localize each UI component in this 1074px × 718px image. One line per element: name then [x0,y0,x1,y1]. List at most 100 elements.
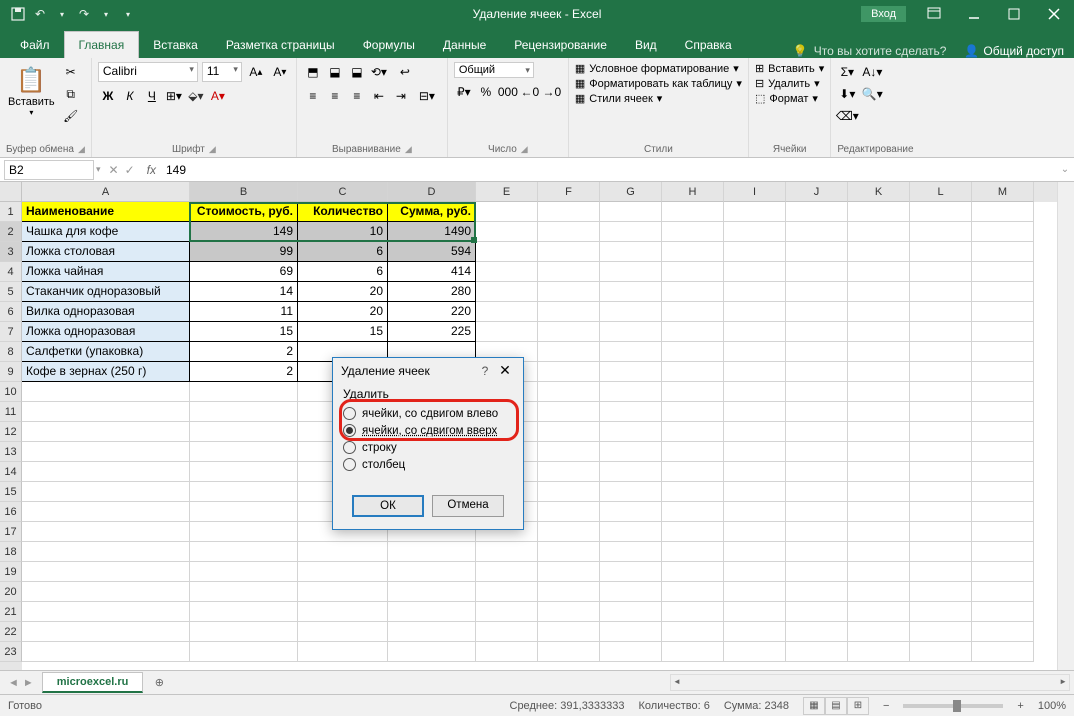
cell[interactable] [972,262,1034,282]
cell[interactable] [476,242,538,262]
cell[interactable] [724,462,786,482]
cell[interactable] [476,602,538,622]
sheet-nav-prev-icon[interactable]: ◄ [8,677,19,689]
row-header[interactable]: 19 [0,562,22,582]
dropdown-icon[interactable]: ▾ [98,6,114,22]
cell[interactable] [724,262,786,282]
cell[interactable] [298,642,388,662]
data-cell[interactable]: Салфетки (упаковка) [22,342,190,362]
align-top-icon[interactable]: ⬒ [303,62,323,82]
cancel-formula-icon[interactable]: ✕ [109,163,119,177]
cell[interactable] [600,462,662,482]
cell[interactable] [190,482,298,502]
cell[interactable] [848,482,910,502]
cell[interactable] [848,522,910,542]
cell[interactable] [848,362,910,382]
radio-entire-row[interactable]: строку [343,439,513,456]
indent-decrease-icon[interactable]: ⇤ [369,86,389,106]
cell[interactable] [600,542,662,562]
data-cell[interactable]: Ложка столовая [22,242,190,262]
cell[interactable] [972,602,1034,622]
cell[interactable] [476,222,538,242]
save-icon[interactable] [10,6,26,22]
cell[interactable] [538,402,600,422]
cell[interactable] [724,342,786,362]
view-normal-icon[interactable]: ▦ [803,697,825,715]
cell[interactable] [538,382,600,402]
wrap-text-button[interactable]: ↩ [391,62,419,82]
cell[interactable] [786,502,848,522]
cell[interactable] [22,602,190,622]
row-header[interactable]: 11 [0,402,22,422]
cell[interactable] [600,642,662,662]
cell[interactable] [538,422,600,442]
tab-home[interactable]: Главная [64,31,140,58]
add-sheet-button[interactable]: ⊕ [149,676,169,689]
cell[interactable] [910,262,972,282]
border-button[interactable]: ⊞▾ [164,86,184,106]
column-header[interactable]: F [538,182,600,202]
cell[interactable] [910,382,972,402]
undo-icon[interactable]: ↶ [32,6,48,22]
cell[interactable] [910,282,972,302]
cancel-button[interactable]: Отмена [432,495,504,517]
column-header[interactable]: H [662,182,724,202]
cell[interactable] [910,602,972,622]
cell[interactable] [724,242,786,262]
row-header[interactable]: 1 [0,202,22,222]
cell[interactable] [724,422,786,442]
cell[interactable] [298,582,388,602]
cell[interactable] [786,242,848,262]
radio-shift-left[interactable]: ячейки, со сдвигом влево [343,405,513,422]
cell[interactable] [476,542,538,562]
cell[interactable] [22,522,190,542]
row-header[interactable]: 21 [0,602,22,622]
cell[interactable] [190,642,298,662]
cell[interactable] [22,582,190,602]
share-button[interactable]: 👤 Общий доступ [964,44,1064,58]
zoom-slider[interactable] [903,704,1003,708]
cell[interactable] [910,522,972,542]
paste-button[interactable]: 📋 Вставить ▾ [6,62,57,119]
cell[interactable] [388,562,476,582]
cell[interactable] [538,502,600,522]
cell[interactable] [724,562,786,582]
cell[interactable] [724,202,786,222]
insert-cells-button[interactable]: ⊞Вставить ▾ [755,62,824,75]
cell[interactable] [662,242,724,262]
cell[interactable] [786,302,848,322]
fx-icon[interactable]: fx [141,163,162,177]
cell[interactable] [190,462,298,482]
cell[interactable] [538,622,600,642]
cell[interactable] [786,422,848,442]
row-header[interactable]: 4 [0,262,22,282]
cell[interactable] [972,462,1034,482]
cell[interactable] [22,562,190,582]
cell[interactable] [972,322,1034,342]
formula-input[interactable] [162,161,1056,179]
data-cell[interactable]: 6 [298,262,388,282]
font-name-select[interactable]: Calibri [98,62,198,82]
data-cell[interactable]: 15 [298,322,388,342]
cell[interactable] [388,622,476,642]
cell[interactable] [662,322,724,342]
dropdown-icon[interactable]: ▾ [54,6,70,22]
sort-filter-icon[interactable]: A↓▾ [859,62,885,82]
cell[interactable] [972,582,1034,602]
cell[interactable] [600,502,662,522]
data-cell[interactable]: 149 [190,222,298,242]
cut-icon[interactable]: ✂ [61,62,81,82]
cell[interactable] [538,362,600,382]
data-cell[interactable]: 15 [190,322,298,342]
cell[interactable] [848,202,910,222]
tab-layout[interactable]: Разметка страницы [212,32,349,58]
cell[interactable] [538,462,600,482]
column-header[interactable]: A [22,182,190,202]
cell[interactable] [662,582,724,602]
radio-entire-column[interactable]: столбец [343,456,513,473]
maximize-icon[interactable] [994,0,1034,28]
cell[interactable] [910,502,972,522]
cell[interactable] [476,582,538,602]
currency-icon[interactable]: ₽▾ [454,82,474,102]
cell[interactable] [538,602,600,622]
